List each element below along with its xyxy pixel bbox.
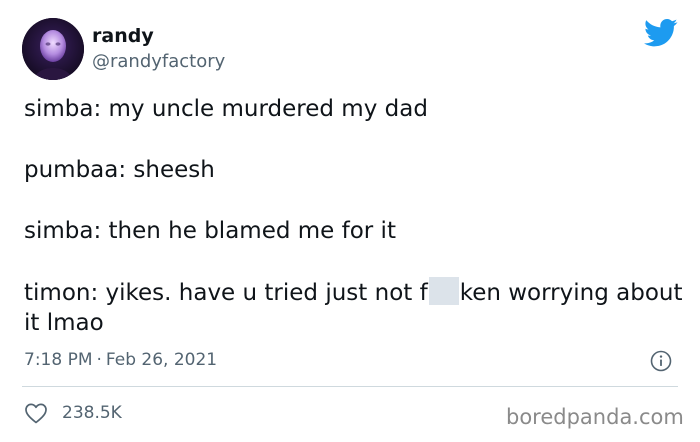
timestamp[interactable]: 7:18 PM · Feb 26, 2021 <box>24 348 217 372</box>
tweet-line: pumbaa: sheesh <box>24 157 215 183</box>
tweet-line-start: timon: yikes. have u tried just not f <box>24 280 428 306</box>
divider <box>22 386 678 387</box>
twitter-bird-icon <box>644 18 678 47</box>
avatar[interactable] <box>22 18 84 80</box>
tweet-card: randy @randyfactory simba: my uncle murd… <box>0 0 700 442</box>
timestamp-date: Feb 26, 2021 <box>105 350 218 370</box>
heart-icon <box>25 403 47 424</box>
tweet-line: simba: my uncle murdered my dad <box>24 96 428 122</box>
tweet-text: simba: my uncle murdered my dad pumbaa: … <box>24 94 684 338</box>
censor-box <box>428 277 459 305</box>
user-handle[interactable]: @randyfactory <box>92 51 225 73</box>
display-name[interactable]: randy <box>92 24 154 48</box>
watermark: boredpanda.com <box>506 405 684 429</box>
tweet-line-last: timon: yikes. have u tried just not f ken… <box>24 277 684 338</box>
avatar-image <box>22 18 84 80</box>
timestamp-time: 7:18 PM <box>24 350 93 370</box>
tweet-line: simba: then he blamed me for it <box>24 218 396 244</box>
timestamp-separator: · <box>96 350 102 370</box>
info-icon[interactable] <box>650 350 672 372</box>
like-button[interactable]: 238.5K <box>24 400 122 426</box>
like-count: 238.5K <box>62 403 122 423</box>
